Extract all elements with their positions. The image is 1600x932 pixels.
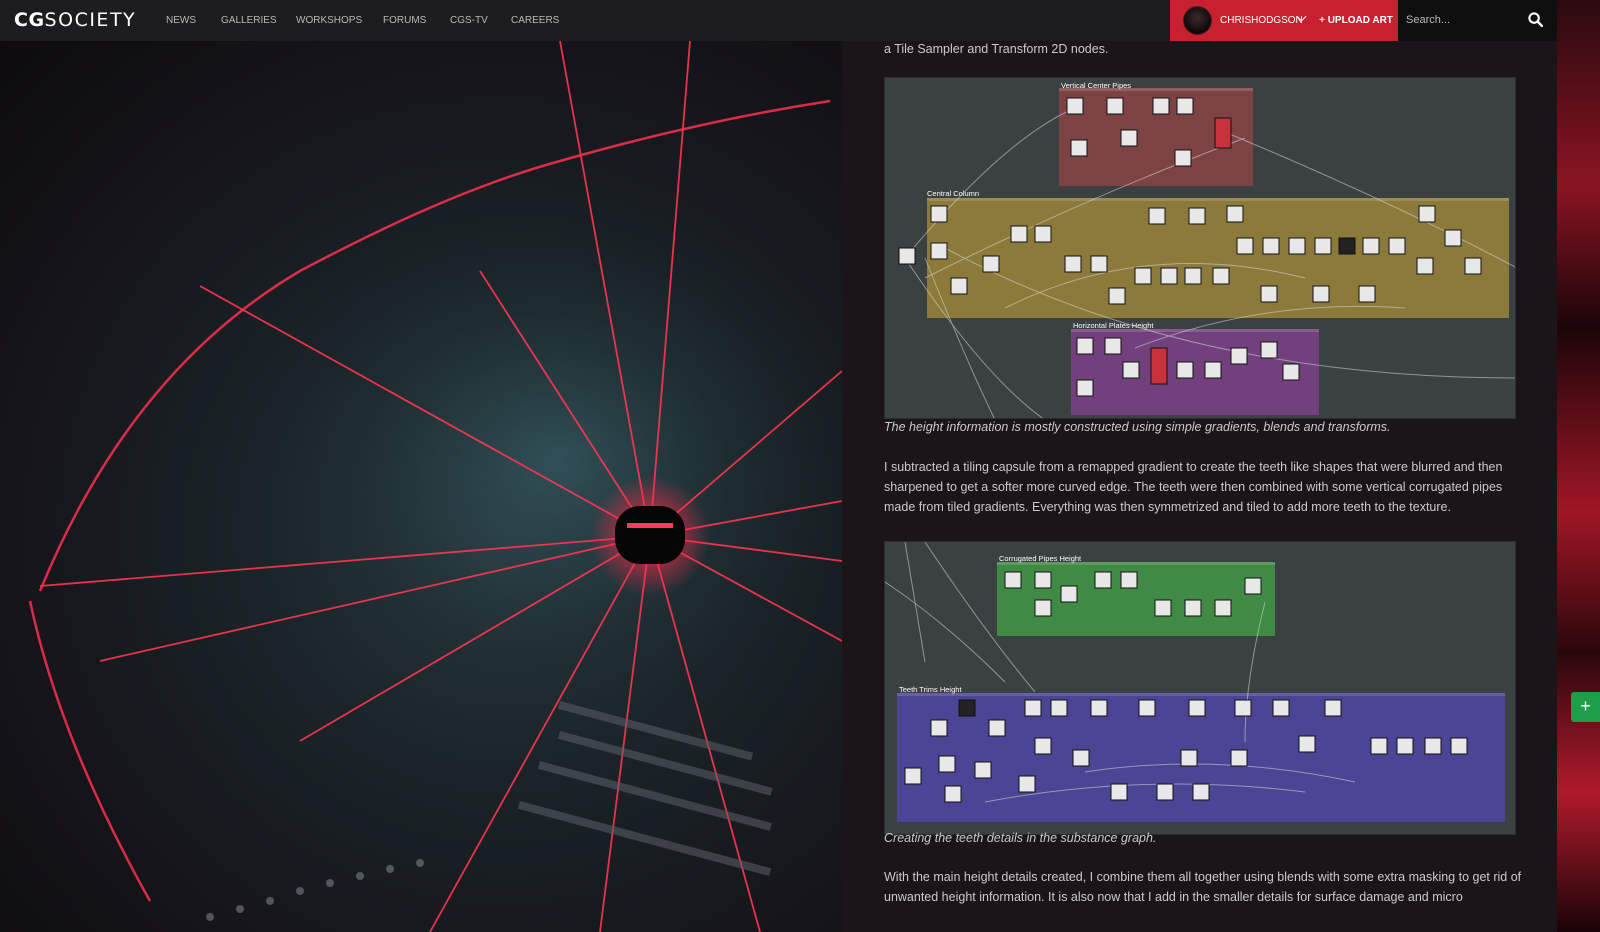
add-button[interactable]: + — [1571, 692, 1600, 722]
nav-cgs-tv[interactable]: CGS-TV — [450, 15, 488, 26]
article-body: a Tile Sampler and Transform 2D nodes. V… — [842, 41, 1557, 932]
search-box — [1398, 0, 1557, 41]
article-paragraph: I subtracted a tiling capsule from a rem… — [884, 460, 1503, 514]
background-artwork-edge — [1557, 0, 1600, 932]
username: CHRISHODGSON — [1220, 15, 1303, 26]
avatar[interactable] — [1183, 6, 1212, 35]
substance-graph-image-height: Vertical Center Pipes Central Column Hor… — [884, 77, 1516, 419]
nav-forums[interactable]: FORUMS — [383, 15, 426, 26]
search-icon[interactable] — [1528, 12, 1544, 32]
nav-workshops[interactable]: WORKSHOPS — [296, 15, 362, 26]
image-caption: The height information is mostly constru… — [884, 420, 1391, 434]
nav-galleries[interactable]: GALLERIES — [221, 15, 277, 26]
article-paragraph: With the main height details created, I … — [884, 870, 1522, 904]
substance-graph-image-teeth: Corrugated Pipes Height Teeth Trims Heig… — [884, 541, 1516, 835]
top-navigation-bar: CGSOCIETY NEWS GALLERIES WORKSHOPS FORUM… — [0, 0, 1557, 41]
image-caption: Creating the teeth details in the substa… — [884, 831, 1157, 845]
search-input[interactable] — [1406, 10, 1516, 30]
upload-art-button[interactable]: + UPLOAD ART — [1314, 0, 1398, 41]
nav-careers[interactable]: CAREERS — [511, 15, 559, 26]
cgsociety-logo[interactable]: CGSOCIETY — [14, 9, 136, 31]
nav-news[interactable]: NEWS — [166, 15, 196, 26]
user-menu[interactable]: CHRISHODGSON — [1170, 0, 1314, 41]
article-paragraph: a Tile Sampler and Transform 2D nodes. — [884, 42, 1109, 56]
artwork-hero-image — [0, 41, 842, 932]
